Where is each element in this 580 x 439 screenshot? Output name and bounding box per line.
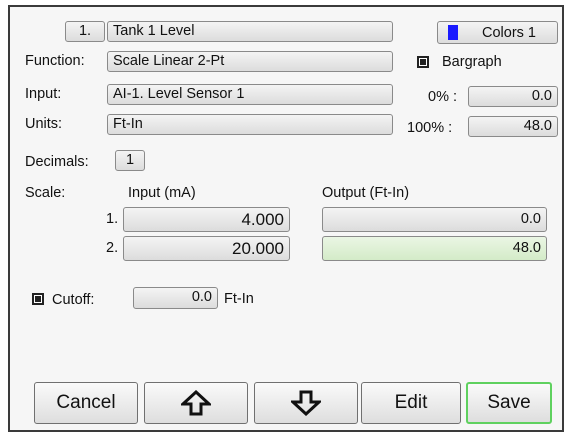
color-swatch — [448, 25, 458, 40]
scroll-down-button[interactable] — [254, 382, 358, 424]
cutoff-label: Cutoff: — [52, 292, 95, 308]
scale-label: Scale: — [25, 185, 66, 201]
decimals-label: Decimals: — [25, 154, 89, 170]
output-column-header: Output (Ft-In) — [322, 185, 410, 201]
bargraph-zero-label: 0% : — [428, 89, 458, 105]
colors-label: Colors 1 — [482, 25, 536, 41]
scale-row-2-input-field[interactable]: 20.000 — [123, 236, 290, 261]
scale-row-1-index: 1. — [106, 211, 119, 227]
units-label: Units: — [25, 116, 63, 132]
config-panel: 1. Tank 1 Level Colors 1 Function: Scale… — [8, 5, 564, 432]
bargraph-full-label: 100% : — [407, 120, 453, 136]
input-label: Input: — [25, 86, 62, 102]
colors-button[interactable]: Colors 1 — [437, 21, 558, 44]
scale-row-2-output-field[interactable]: 48.0 — [322, 236, 547, 261]
scale-row-2-index: 2. — [106, 240, 119, 256]
scroll-up-button[interactable] — [144, 382, 248, 424]
bargraph-full-field[interactable]: 48.0 — [468, 116, 558, 137]
cutoff-checkbox[interactable] — [32, 293, 44, 305]
cutoff-unit-label: Ft-In — [224, 291, 254, 307]
input-column-header: Input (mA) — [128, 185, 196, 201]
arrow-up-icon — [181, 390, 211, 416]
input-field[interactable]: AI-1. Level Sensor 1 — [107, 84, 393, 105]
channel-name-field[interactable]: Tank 1 Level — [107, 21, 393, 42]
bargraph-zero-field[interactable]: 0.0 — [468, 86, 558, 107]
units-field[interactable]: Ft-In — [107, 114, 393, 135]
scale-row-1-output-field[interactable]: 0.0 — [322, 207, 547, 232]
save-button[interactable]: Save — [466, 382, 552, 424]
cancel-button[interactable]: Cancel — [34, 382, 138, 424]
arrow-down-icon — [291, 390, 321, 416]
edit-button[interactable]: Edit — [361, 382, 461, 424]
function-field[interactable]: Scale Linear 2-Pt — [107, 51, 393, 72]
bargraph-label: Bargraph — [442, 54, 502, 70]
function-label: Function: — [25, 53, 85, 69]
channel-number-field[interactable]: 1. — [65, 21, 105, 42]
scale-row-1-input-field[interactable]: 4.000 — [123, 207, 290, 232]
bargraph-checkbox[interactable] — [417, 56, 429, 68]
cutoff-field[interactable]: 0.0 — [133, 287, 218, 309]
decimals-field[interactable]: 1 — [115, 150, 145, 171]
